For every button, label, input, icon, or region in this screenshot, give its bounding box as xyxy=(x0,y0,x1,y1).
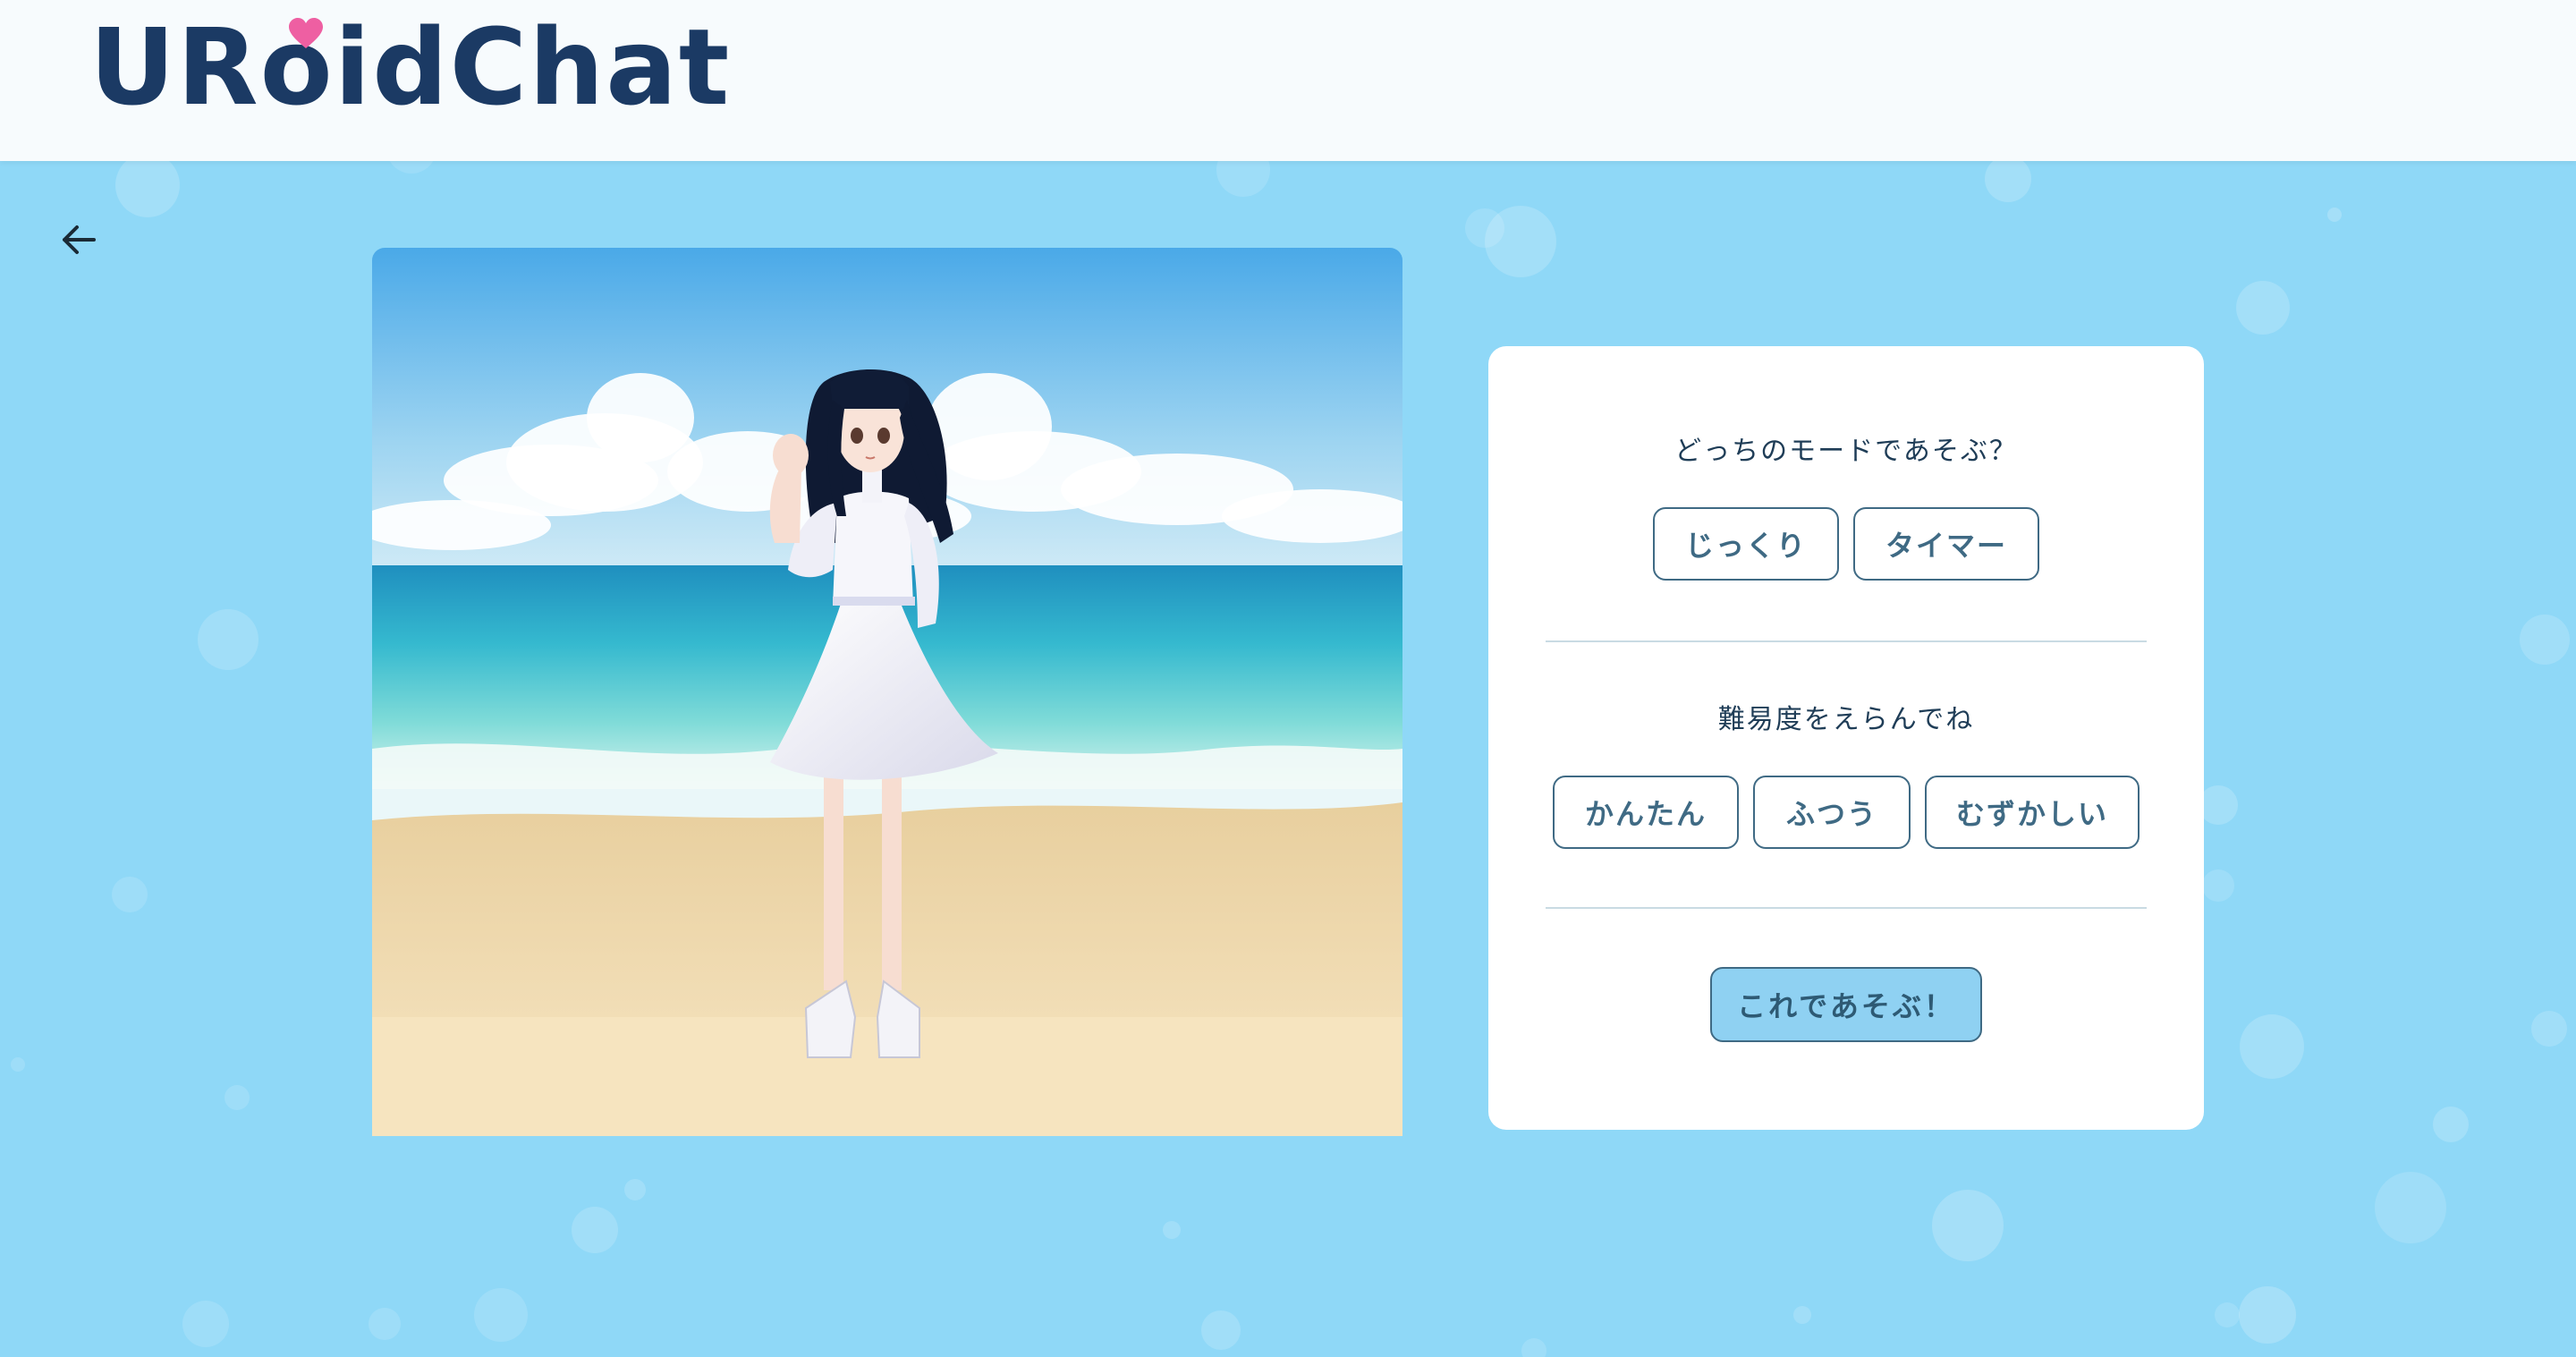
divider xyxy=(1546,907,2147,909)
mode-option-timer-button[interactable]: タイマー xyxy=(1853,507,2039,581)
mode-question: どっちのモードであそぶ？ xyxy=(1674,436,2018,467)
difficulty-normal-button[interactable]: ふつう xyxy=(1753,776,1911,849)
header: URoidChat xyxy=(0,0,2576,161)
difficulty-question: 難易度をえらんでね xyxy=(1717,704,1975,735)
heart-icon xyxy=(289,18,323,48)
character-on-beach-image xyxy=(372,248,1402,1136)
app-logo[interactable]: URoidChat xyxy=(89,14,731,120)
difficulty-easy-button[interactable]: かんたん xyxy=(1553,776,1739,849)
start-play-button[interactable]: これであそぶ！ xyxy=(1710,967,1982,1042)
mode-selection-panel: どっちのモードであそぶ？ じっくり タイマー 難易度をえらんでね かんたん ふつ… xyxy=(1488,346,2204,1130)
difficulty-hard-button[interactable]: むずかしい xyxy=(1925,776,2140,849)
divider xyxy=(1546,640,2147,642)
page: URoidChat どっちのモードであそぶ？ じっくり タイマー 難易度をえらん… xyxy=(0,0,2576,1357)
arrow-left-icon xyxy=(63,225,96,254)
logo-text: URoidChat xyxy=(89,5,732,129)
back-button[interactable] xyxy=(55,216,102,263)
character-scene xyxy=(372,248,1402,1136)
mode-option-slow-button[interactable]: じっくり xyxy=(1653,507,1839,581)
